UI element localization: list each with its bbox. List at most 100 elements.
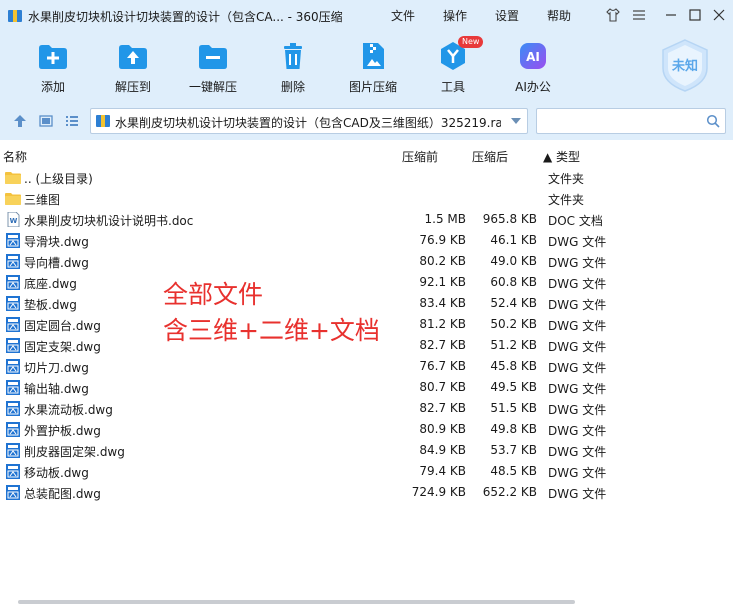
add-icon	[39, 45, 67, 69]
overlay-caption-line1: 全部文件	[163, 280, 264, 309]
delete-button[interactable]: 删除	[258, 36, 328, 98]
file-row[interactable]: W 水果削皮切块机设计说明书.doc 1.5 MB 965.8 KB DOC 文档	[0, 209, 733, 230]
file-type: DWG 文件	[548, 382, 607, 396]
file-name: 外置护板.dwg	[24, 424, 101, 438]
file-name: 导向槽.dwg	[24, 256, 89, 270]
dwg-file-icon	[6, 485, 20, 500]
file-size: 83.4 KB	[419, 296, 466, 310]
dwg-file-icon	[6, 275, 20, 290]
add-button[interactable]: 添加	[18, 36, 88, 98]
file-packed-size: 652.2 KB	[482, 485, 537, 499]
file-name: 固定支架.dwg	[24, 340, 101, 354]
archive-path: 水果削皮切块机设计切块装置的设计（包含CAD及三维图纸）325219.rar	[115, 116, 501, 130]
ai-office-label: AI办公	[515, 80, 551, 94]
close-button[interactable]	[710, 6, 728, 24]
file-packed-size: 49.0 KB	[490, 254, 537, 268]
dwg-file-icon	[6, 359, 20, 374]
app-logo-icon	[8, 10, 22, 22]
file-packed-size: 48.5 KB	[490, 464, 537, 478]
brand-shield-icon[interactable]: 未知	[660, 38, 710, 93]
column-packed[interactable]: 压缩后	[472, 148, 508, 165]
dwg-file-icon	[6, 338, 20, 353]
column-type[interactable]: ▲ 类型	[543, 148, 580, 165]
file-name: 导滑块.dwg	[24, 235, 89, 249]
file-type: 文件夹	[548, 172, 585, 186]
file-name: 垫板.dwg	[24, 298, 77, 312]
file-row[interactable]: 三维图 文件夹	[0, 188, 733, 209]
file-size: 79.4 KB	[419, 464, 466, 478]
file-name: 削皮器固定架.dwg	[24, 445, 125, 459]
menu-file[interactable]: 文件	[391, 7, 415, 24]
file-size: 80.9 KB	[419, 422, 466, 436]
file-size: 84.9 KB	[419, 443, 466, 457]
file-row[interactable]: 总装配图.dwg 724.9 KB 652.2 KB DWG 文件	[0, 482, 733, 503]
menu-operation[interactable]: 操作	[443, 7, 467, 24]
horizontal-scrollbar[interactable]	[18, 600, 575, 604]
file-row[interactable]: 切片刀.dwg 76.7 KB 45.8 KB DWG 文件	[0, 356, 733, 377]
file-row[interactable]: 移动板.dwg 79.4 KB 48.5 KB DWG 文件	[0, 461, 733, 482]
path-combobox[interactable]: 水果削皮切块机设计切块装置的设计（包含CAD及三维图纸）325219.rar	[90, 108, 528, 134]
file-row[interactable]: 导向槽.dwg 80.2 KB 49.0 KB DWG 文件	[0, 251, 733, 272]
file-row[interactable]: 水果流动板.dwg 82.7 KB 51.5 KB DWG 文件	[0, 398, 733, 419]
file-name: 固定圆台.dwg	[24, 319, 101, 333]
file-type: DWG 文件	[548, 424, 607, 438]
extract-to-label: 解压到	[114, 80, 151, 94]
file-row[interactable]: 外置护板.dwg 80.9 KB 49.8 KB DWG 文件	[0, 419, 733, 440]
up-arrow-icon[interactable]	[13, 114, 27, 128]
menu-settings[interactable]: 设置	[495, 7, 519, 24]
search-icon[interactable]	[706, 114, 720, 128]
skin-button[interactable]	[604, 6, 622, 24]
one-click-extract-button[interactable]: 一键解压	[178, 36, 248, 98]
chevron-down-icon[interactable]	[511, 118, 521, 124]
file-type: DWG 文件	[548, 256, 607, 270]
file-packed-size: 50.2 KB	[490, 317, 537, 331]
file-type: DWG 文件	[548, 487, 607, 501]
dwg-file-icon	[6, 296, 20, 311]
column-size[interactable]: 压缩前	[402, 148, 438, 165]
title-bar: 水果削皮切块机设计切块装置的设计（包含CA... - 360压缩 文件 操作 设…	[0, 0, 733, 32]
settings-menu-button[interactable]	[630, 6, 648, 24]
column-name[interactable]: 名称	[3, 148, 27, 165]
file-name: 总装配图.dwg	[24, 487, 101, 501]
search-input[interactable]	[539, 111, 703, 133]
one-click-extract-label: 一键解压	[188, 80, 237, 94]
dwg-file-icon	[6, 380, 20, 395]
file-packed-size: 49.5 KB	[490, 380, 537, 394]
image-compress-icon	[363, 43, 384, 69]
minimize-button[interactable]	[662, 6, 680, 24]
image-compress-button[interactable]: 图片压缩	[338, 36, 408, 98]
file-packed-size: 46.1 KB	[490, 233, 537, 247]
dwg-file-icon	[6, 254, 20, 269]
minimize-icon	[666, 14, 676, 16]
folder-icon	[5, 172, 21, 184]
file-row[interactable]: .. (上级目录) 文件夹	[0, 167, 733, 188]
file-packed-size: 51.5 KB	[490, 401, 537, 415]
file-size: 76.9 KB	[419, 233, 466, 247]
file-row[interactable]: 削皮器固定架.dwg 84.9 KB 53.7 KB DWG 文件	[0, 440, 733, 461]
file-size: 80.7 KB	[419, 380, 466, 394]
file-type: DWG 文件	[548, 445, 607, 459]
ai-office-button[interactable]: AI AI办公	[498, 36, 568, 98]
new-badge: New	[458, 36, 484, 48]
archive-window: 水果削皮切块机设计切块装置的设计（包含CA... - 360压缩 文件 操作 设…	[0, 0, 733, 613]
file-type: DWG 文件	[548, 298, 607, 312]
delete-label: 删除	[280, 80, 305, 94]
maximize-button[interactable]	[686, 6, 704, 24]
list-view-icon[interactable]	[65, 114, 79, 128]
dwg-file-icon	[6, 422, 20, 437]
search-box	[536, 108, 726, 134]
file-size: 1.5 MB	[424, 212, 466, 226]
file-type: DWG 文件	[548, 361, 607, 375]
ai-office-icon: AI	[520, 43, 546, 69]
file-row[interactable]: 底座.dwg 92.1 KB 60.8 KB DWG 文件	[0, 272, 733, 293]
file-row[interactable]: 输出轴.dwg 80.7 KB 49.5 KB DWG 文件	[0, 377, 733, 398]
dwg-file-icon	[6, 401, 20, 416]
extract-to-button[interactable]: 解压到	[98, 36, 168, 98]
file-row[interactable]: 导滑块.dwg 76.9 KB 46.1 KB DWG 文件	[0, 230, 733, 251]
maximize-icon	[689, 9, 701, 21]
thumbnail-view-icon[interactable]	[39, 114, 53, 128]
tools-button[interactable]: New 工具	[418, 36, 488, 98]
file-size: 80.2 KB	[419, 254, 466, 268]
menu-help[interactable]: 帮助	[547, 7, 571, 24]
tools-label: 工具	[440, 80, 465, 94]
